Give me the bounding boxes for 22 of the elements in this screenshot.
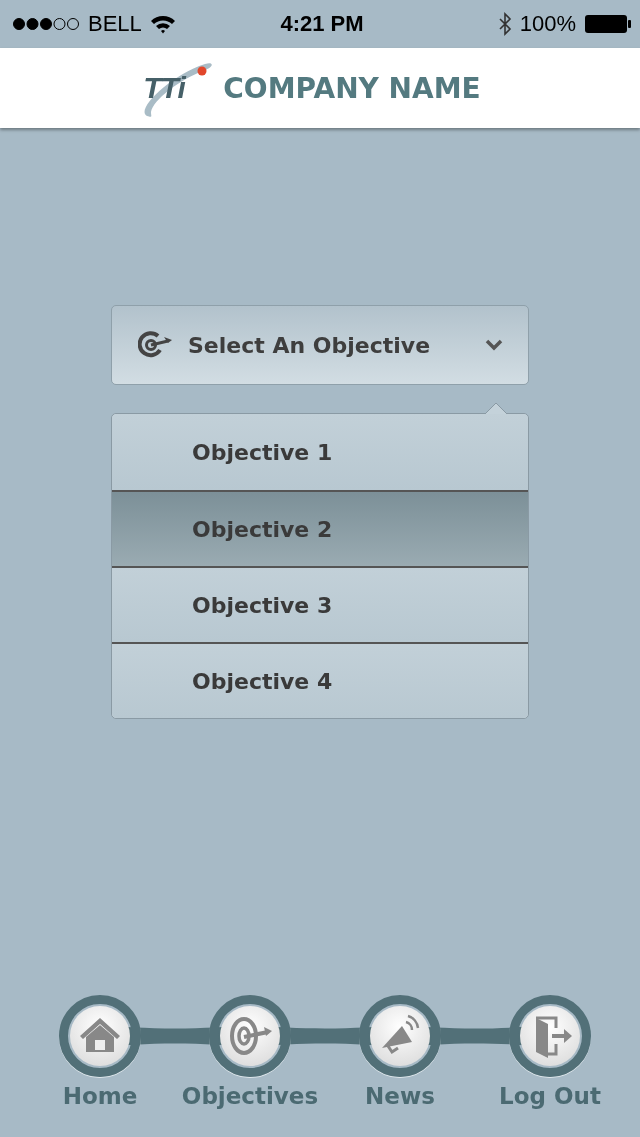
- bluetooth-icon: [497, 12, 512, 36]
- nav-item[interactable]: Home: [25, 995, 175, 1137]
- objective-option[interactable]: Objective 3: [112, 566, 528, 642]
- objective-option[interactable]: Objective 1: [112, 414, 528, 490]
- signal-icon: [12, 17, 80, 31]
- megaphone-icon: [359, 995, 441, 1077]
- wifi-icon: [149, 14, 176, 34]
- battery-percent: 100%: [519, 11, 576, 37]
- carrier-name: BELL: [88, 11, 142, 37]
- nav-item[interactable]: News: [325, 995, 475, 1137]
- home-icon: [59, 995, 141, 1077]
- target-icon: [138, 330, 174, 360]
- clock-time: 4:21 PM: [280, 11, 364, 37]
- battery-icon: [584, 14, 632, 34]
- objective-option[interactable]: Objective 4: [112, 642, 528, 718]
- objective-dropdown[interactable]: Select An Objective: [111, 305, 529, 385]
- nav-item[interactable]: Log Out: [475, 995, 625, 1137]
- objective-option[interactable]: Objective 2: [112, 490, 528, 566]
- company-name: COMPANY NAME: [223, 71, 481, 105]
- exit-door-icon: [509, 995, 591, 1077]
- nav-item[interactable]: Objectives: [175, 995, 325, 1137]
- target-icon: [209, 995, 291, 1077]
